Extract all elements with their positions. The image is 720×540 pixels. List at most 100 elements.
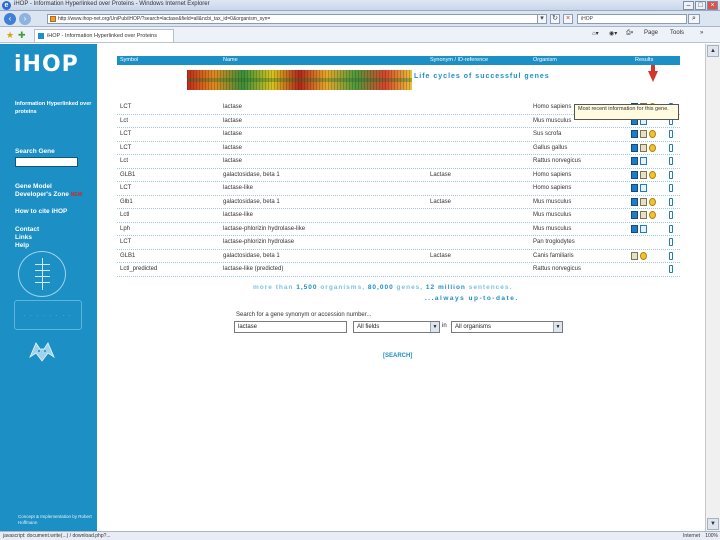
ihop-logo[interactable]: iHOP [14, 52, 79, 77]
gene-model-icon[interactable] [669, 197, 673, 206]
gene-query-input[interactable]: lactase [234, 321, 347, 333]
cell-name[interactable]: lactase [223, 158, 242, 164]
developers-zone-link[interactable]: Developer's Zone NEW [15, 191, 82, 198]
search-icon[interactable]: ⌕ [688, 14, 700, 24]
abstracts-icon[interactable] [631, 184, 638, 192]
summary-icon[interactable] [640, 224, 647, 233]
gene-model-icon[interactable] [669, 211, 673, 219]
cell-symbol[interactable]: LCT [120, 239, 131, 245]
cell-name[interactable]: lactase [223, 118, 242, 124]
summary-icon[interactable] [640, 157, 647, 165]
gene-model-icon[interactable] [669, 170, 673, 179]
interaction-icon[interactable] [649, 143, 656, 152]
summary-icon[interactable] [640, 184, 647, 192]
gene-model-icon[interactable] [669, 157, 673, 165]
scroll-up-icon[interactable]: ▲ [707, 45, 719, 57]
abstracts-icon[interactable] [631, 197, 638, 206]
organism-select[interactable]: All organisms ▼ [451, 321, 563, 333]
links-link[interactable]: Links [15, 234, 32, 241]
back-arrow-icon[interactable]: ‹ [4, 13, 16, 25]
cell-symbol[interactable]: GLB1 [120, 172, 135, 178]
keyword-icon[interactable] [640, 143, 647, 152]
keyword-icon[interactable] [631, 251, 638, 260]
gene-model-icon[interactable] [669, 143, 673, 152]
cell-symbol[interactable]: Lph [120, 226, 130, 232]
keyword-icon[interactable] [640, 170, 647, 179]
add-favorite-icon[interactable]: ✚ [18, 30, 26, 41]
partner-logo[interactable]: · · · · · · · · [14, 300, 82, 330]
gene-model-link[interactable]: Gene Model [15, 183, 52, 190]
interaction-icon[interactable] [649, 170, 656, 179]
cell-symbol[interactable]: LCT [120, 145, 131, 151]
gene-model-icon[interactable] [669, 224, 673, 233]
cell-symbol[interactable]: GLB1 [120, 253, 135, 259]
table-row[interactable]: GLB1 galactosidase, beta 1 Lactase Canis fa… [117, 250, 680, 263]
abstracts-icon[interactable] [631, 157, 638, 165]
cell-symbol[interactable]: Lct [120, 158, 128, 164]
table-row[interactable]: LCT lactase Gallus gallus [117, 142, 680, 155]
gene-model-icon[interactable] [669, 251, 673, 260]
vertical-scrollbar[interactable]: ▲ ▼ [705, 44, 720, 531]
stop-icon[interactable]: × [563, 14, 573, 24]
table-row[interactable]: Lph lactase-phlorizin hydrolase-like Mus m… [117, 223, 680, 236]
abstracts-icon[interactable] [631, 224, 638, 233]
table-row[interactable]: LCT lactase-like Homo sapiens [117, 182, 680, 196]
cell-name[interactable]: lactase [223, 145, 242, 151]
cell-symbol[interactable]: LCT [120, 104, 131, 110]
keyword-icon[interactable] [640, 197, 647, 206]
feeds-icon[interactable]: ◉▾ [609, 30, 617, 37]
table-row[interactable]: GLB1 galactosidase, beta 1 Lactase Homo sap… [117, 169, 680, 182]
table-row[interactable]: Lctl_predicted lactase-like (predicted) Ra… [117, 263, 680, 277]
url-field[interactable]: http://www.ihop-net.org/UniPub/iHOP/?sea… [47, 14, 547, 24]
refresh-icon[interactable]: ↻ [550, 14, 560, 24]
cell-name[interactable]: lactase [223, 104, 242, 110]
cell-name[interactable]: lactase [223, 131, 242, 137]
page-menu[interactable]: Page [644, 30, 658, 36]
url-dropdown-icon[interactable]: ▾ [537, 14, 547, 24]
interaction-icon[interactable] [649, 211, 656, 219]
help-link[interactable]: Help [15, 242, 29, 249]
favorites-star-icon[interactable]: ★ [6, 30, 14, 41]
abstracts-icon[interactable] [631, 130, 638, 138]
zoom-level[interactable]: 100% [705, 532, 718, 540]
more-commands[interactable]: » [700, 30, 703, 36]
cell-symbol[interactable]: Lctl_predicted [120, 266, 157, 272]
tools-menu[interactable]: Tools [670, 30, 684, 36]
gene-model-icon[interactable] [669, 184, 673, 192]
tab-ihop[interactable]: iHOP - Information Hyperlinked over Prot… [34, 29, 174, 42]
cell-name[interactable]: galactosidase, beta 1 [223, 199, 280, 205]
cell-name[interactable]: galactosidase, beta 1 [223, 253, 280, 259]
scroll-down-icon[interactable]: ▼ [707, 518, 719, 530]
gene-search-input[interactable] [15, 157, 78, 167]
close-button[interactable]: × [707, 1, 718, 10]
cell-name[interactable]: lactase-phlorizin hydrolase-like [223, 226, 305, 232]
table-row[interactable]: Lctl lactase-like Mus musculus [117, 209, 680, 223]
cell-symbol[interactable]: LCT [120, 131, 131, 137]
interaction-icon[interactable] [649, 130, 656, 138]
cell-name[interactable]: galactosidase, beta 1 [223, 172, 280, 178]
table-row[interactable]: Lct lactase Rattus norvegicus [117, 155, 680, 169]
gene-model-icon[interactable] [669, 130, 673, 138]
cell-name[interactable]: lactase-like (predicted) [223, 266, 283, 272]
cell-name[interactable]: lactase-phlorizin hydrolase [223, 239, 294, 245]
browser-search-input[interactable]: iHOP [577, 14, 687, 24]
cell-symbol[interactable]: Glb1 [120, 199, 133, 205]
abstracts-icon[interactable] [631, 211, 638, 219]
table-row[interactable]: LCT lactase Sus scrofa [117, 128, 680, 142]
home-icon[interactable]: ⌂▾ [592, 30, 599, 37]
table-row[interactable]: Glb1 galactosidase, beta 1 Lactase Mus musc… [117, 196, 680, 209]
minimize-button[interactable]: – [683, 1, 694, 10]
institution-seal-icon[interactable] [18, 251, 66, 297]
keyword-icon[interactable] [640, 130, 647, 138]
print-icon[interactable]: ⎙▾ [626, 30, 633, 37]
gene-model-icon[interactable] [669, 238, 673, 246]
table-row[interactable]: LCT lactase-phlorizin hydrolase Pan troglo… [117, 236, 680, 250]
forward-arrow-icon[interactable]: › [19, 13, 31, 25]
field-select[interactable]: All fields ▼ [353, 321, 440, 333]
cell-symbol[interactable]: Lct [120, 118, 128, 124]
interaction-icon[interactable] [640, 251, 647, 260]
keyword-icon[interactable] [640, 211, 647, 219]
contact-link[interactable]: Contact [15, 226, 39, 233]
tomcat-logo-icon[interactable] [28, 337, 56, 363]
search-button[interactable]: [SEARCH] [383, 353, 412, 359]
